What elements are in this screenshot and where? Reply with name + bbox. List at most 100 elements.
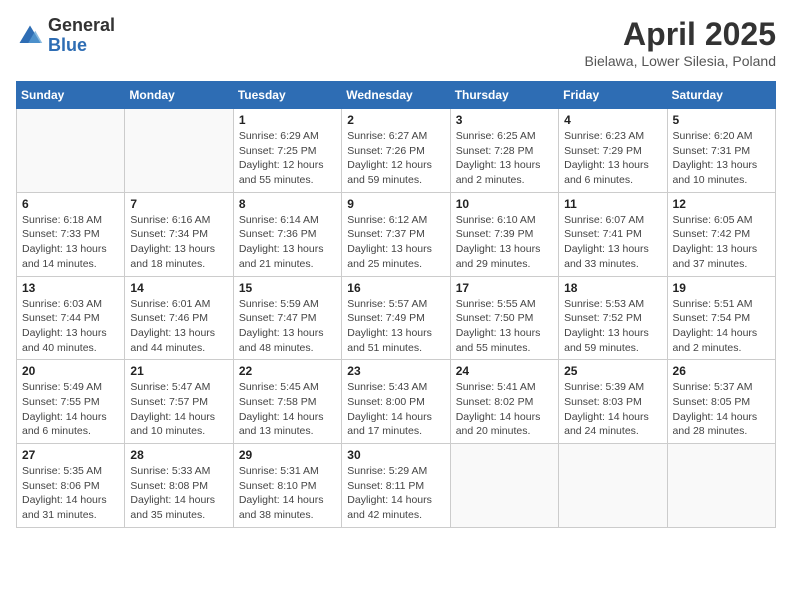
day-detail: Sunrise: 6:12 AM Sunset: 7:37 PM Dayligh…	[347, 213, 444, 272]
weekday-header: Tuesday	[233, 82, 341, 109]
page-header: General Blue April 2025 Bielawa, Lower S…	[16, 16, 776, 69]
day-detail: Sunrise: 5:33 AM Sunset: 8:08 PM Dayligh…	[130, 464, 227, 523]
calendar-cell: 13Sunrise: 6:03 AM Sunset: 7:44 PM Dayli…	[17, 276, 125, 360]
calendar-cell	[450, 444, 558, 528]
day-detail: Sunrise: 6:29 AM Sunset: 7:25 PM Dayligh…	[239, 129, 336, 188]
calendar-week-row: 6 Sunrise: 6:18 AM Sunset: 7:33 PM Daylig…	[17, 192, 776, 276]
calendar-header: SundayMondayTuesdayWednesdayThursdayFrid…	[17, 82, 776, 109]
day-detail: Sunrise: 5:37 AM Sunset: 8:05 PM Dayligh…	[673, 380, 770, 439]
day-detail: Sunrise: 5:59 AM Sunset: 7:47 PM Dayligh…	[239, 297, 336, 356]
calendar-cell: 14Sunrise: 6:01 AM Sunset: 7:46 PM Dayli…	[125, 276, 233, 360]
day-detail: Sunrise: 5:43 AM Sunset: 8:00 PM Dayligh…	[347, 380, 444, 439]
calendar-cell: 25Sunrise: 5:39 AM Sunset: 8:03 PM Dayli…	[559, 360, 667, 444]
day-number: 10	[456, 197, 553, 211]
day-number: 6	[22, 197, 119, 211]
day-detail: Sunrise: 6:14 AM Sunset: 7:36 PM Dayligh…	[239, 213, 336, 272]
calendar-cell: 21Sunrise: 5:47 AM Sunset: 7:57 PM Dayli…	[125, 360, 233, 444]
day-detail: Sunrise: 5:51 AM Sunset: 7:54 PM Dayligh…	[673, 297, 770, 356]
day-detail: Sunrise: 6:27 AM Sunset: 7:26 PM Dayligh…	[347, 129, 444, 188]
day-detail: Sunrise: 5:49 AM Sunset: 7:55 PM Dayligh…	[22, 380, 119, 439]
calendar-cell: 17 Sunrise: 5:55 AM Sunset: 7:50 PM Dayli…	[450, 276, 558, 360]
calendar-week-row: 20 Sunrise: 5:49 AM Sunset: 7:55 PM Dayli…	[17, 360, 776, 444]
day-number: 16	[347, 281, 444, 295]
day-detail: Sunrise: 6:25 AM Sunset: 7:28 PM Dayligh…	[456, 129, 553, 188]
calendar-body: 1Sunrise: 6:29 AM Sunset: 7:25 PM Daylig…	[17, 109, 776, 528]
day-number: 5	[673, 113, 770, 127]
calendar-cell: 20 Sunrise: 5:49 AM Sunset: 7:55 PM Dayli…	[17, 360, 125, 444]
calendar: SundayMondayTuesdayWednesdayThursdayFrid…	[16, 81, 776, 528]
weekday-header: Sunday	[17, 82, 125, 109]
day-detail: Sunrise: 5:45 AM Sunset: 7:58 PM Dayligh…	[239, 380, 336, 439]
calendar-cell	[667, 444, 775, 528]
day-detail: Sunrise: 6:03 AM Sunset: 7:44 PM Dayligh…	[22, 297, 119, 356]
calendar-cell	[17, 109, 125, 193]
day-number: 12	[673, 197, 770, 211]
logo: General Blue	[16, 16, 115, 56]
calendar-cell: 12 Sunrise: 6:05 AM Sunset: 7:42 PM Dayli…	[667, 192, 775, 276]
day-detail: Sunrise: 5:55 AM Sunset: 7:50 PM Dayligh…	[456, 297, 553, 356]
day-number: 20	[22, 364, 119, 378]
day-detail: Sunrise: 5:53 AM Sunset: 7:52 PM Dayligh…	[564, 297, 661, 356]
day-detail: Sunrise: 6:05 AM Sunset: 7:42 PM Dayligh…	[673, 213, 770, 272]
calendar-cell: 26Sunrise: 5:37 AM Sunset: 8:05 PM Dayli…	[667, 360, 775, 444]
calendar-cell: 22 Sunrise: 5:45 AM Sunset: 7:58 PM Dayli…	[233, 360, 341, 444]
calendar-week-row: 1Sunrise: 6:29 AM Sunset: 7:25 PM Daylig…	[17, 109, 776, 193]
day-number: 30	[347, 448, 444, 462]
day-detail: Sunrise: 5:31 AM Sunset: 8:10 PM Dayligh…	[239, 464, 336, 523]
day-number: 28	[130, 448, 227, 462]
day-number: 17	[456, 281, 553, 295]
day-number: 23	[347, 364, 444, 378]
calendar-cell	[559, 444, 667, 528]
day-detail: Sunrise: 6:20 AM Sunset: 7:31 PM Dayligh…	[673, 129, 770, 188]
day-number: 11	[564, 197, 661, 211]
day-detail: Sunrise: 6:07 AM Sunset: 7:41 PM Dayligh…	[564, 213, 661, 272]
day-number: 8	[239, 197, 336, 211]
day-detail: Sunrise: 5:57 AM Sunset: 7:49 PM Dayligh…	[347, 297, 444, 356]
calendar-week-row: 27 Sunrise: 5:35 AM Sunset: 8:06 PM Dayli…	[17, 444, 776, 528]
day-number: 22	[239, 364, 336, 378]
calendar-cell: 2Sunrise: 6:27 AM Sunset: 7:26 PM Daylig…	[342, 109, 450, 193]
logo-blue: Blue	[48, 36, 115, 56]
weekday-row: SundayMondayTuesdayWednesdayThursdayFrid…	[17, 82, 776, 109]
day-number: 7	[130, 197, 227, 211]
calendar-cell: 18Sunrise: 5:53 AM Sunset: 7:52 PM Dayli…	[559, 276, 667, 360]
calendar-cell: 10 Sunrise: 6:10 AM Sunset: 7:39 PM Dayli…	[450, 192, 558, 276]
calendar-cell: 6 Sunrise: 6:18 AM Sunset: 7:33 PM Daylig…	[17, 192, 125, 276]
day-number: 27	[22, 448, 119, 462]
calendar-cell: 4Sunrise: 6:23 AM Sunset: 7:29 PM Daylig…	[559, 109, 667, 193]
day-detail: Sunrise: 5:29 AM Sunset: 8:11 PM Dayligh…	[347, 464, 444, 523]
calendar-cell: 27 Sunrise: 5:35 AM Sunset: 8:06 PM Dayli…	[17, 444, 125, 528]
day-number: 4	[564, 113, 661, 127]
day-number: 14	[130, 281, 227, 295]
day-detail: Sunrise: 6:16 AM Sunset: 7:34 PM Dayligh…	[130, 213, 227, 272]
weekday-header: Monday	[125, 82, 233, 109]
calendar-cell: 1Sunrise: 6:29 AM Sunset: 7:25 PM Daylig…	[233, 109, 341, 193]
calendar-cell: 15 Sunrise: 5:59 AM Sunset: 7:47 PM Dayli…	[233, 276, 341, 360]
day-detail: Sunrise: 6:10 AM Sunset: 7:39 PM Dayligh…	[456, 213, 553, 272]
weekday-header: Wednesday	[342, 82, 450, 109]
calendar-cell: 19 Sunrise: 5:51 AM Sunset: 7:54 PM Dayli…	[667, 276, 775, 360]
location: Bielawa, Lower Silesia, Poland	[585, 53, 776, 69]
day-number: 24	[456, 364, 553, 378]
day-number: 25	[564, 364, 661, 378]
day-number: 29	[239, 448, 336, 462]
weekday-header: Thursday	[450, 82, 558, 109]
day-number: 21	[130, 364, 227, 378]
calendar-cell: 11 Sunrise: 6:07 AM Sunset: 7:41 PM Dayli…	[559, 192, 667, 276]
day-number: 19	[673, 281, 770, 295]
calendar-cell: 16 Sunrise: 5:57 AM Sunset: 7:49 PM Dayli…	[342, 276, 450, 360]
day-number: 15	[239, 281, 336, 295]
day-detail: Sunrise: 6:18 AM Sunset: 7:33 PM Dayligh…	[22, 213, 119, 272]
calendar-cell	[125, 109, 233, 193]
logo-general: General	[48, 16, 115, 36]
calendar-week-row: 13Sunrise: 6:03 AM Sunset: 7:44 PM Dayli…	[17, 276, 776, 360]
calendar-cell: 28 Sunrise: 5:33 AM Sunset: 8:08 PM Dayli…	[125, 444, 233, 528]
calendar-cell: 9Sunrise: 6:12 AM Sunset: 7:37 PM Daylig…	[342, 192, 450, 276]
day-detail: Sunrise: 5:35 AM Sunset: 8:06 PM Dayligh…	[22, 464, 119, 523]
weekday-header: Saturday	[667, 82, 775, 109]
calendar-cell: 23 Sunrise: 5:43 AM Sunset: 8:00 PM Dayli…	[342, 360, 450, 444]
day-detail: Sunrise: 5:41 AM Sunset: 8:02 PM Dayligh…	[456, 380, 553, 439]
calendar-cell: 7 Sunrise: 6:16 AM Sunset: 7:34 PM Daylig…	[125, 192, 233, 276]
month-year: April 2025	[585, 16, 776, 53]
calendar-cell: 29 Sunrise: 5:31 AM Sunset: 8:10 PM Dayli…	[233, 444, 341, 528]
